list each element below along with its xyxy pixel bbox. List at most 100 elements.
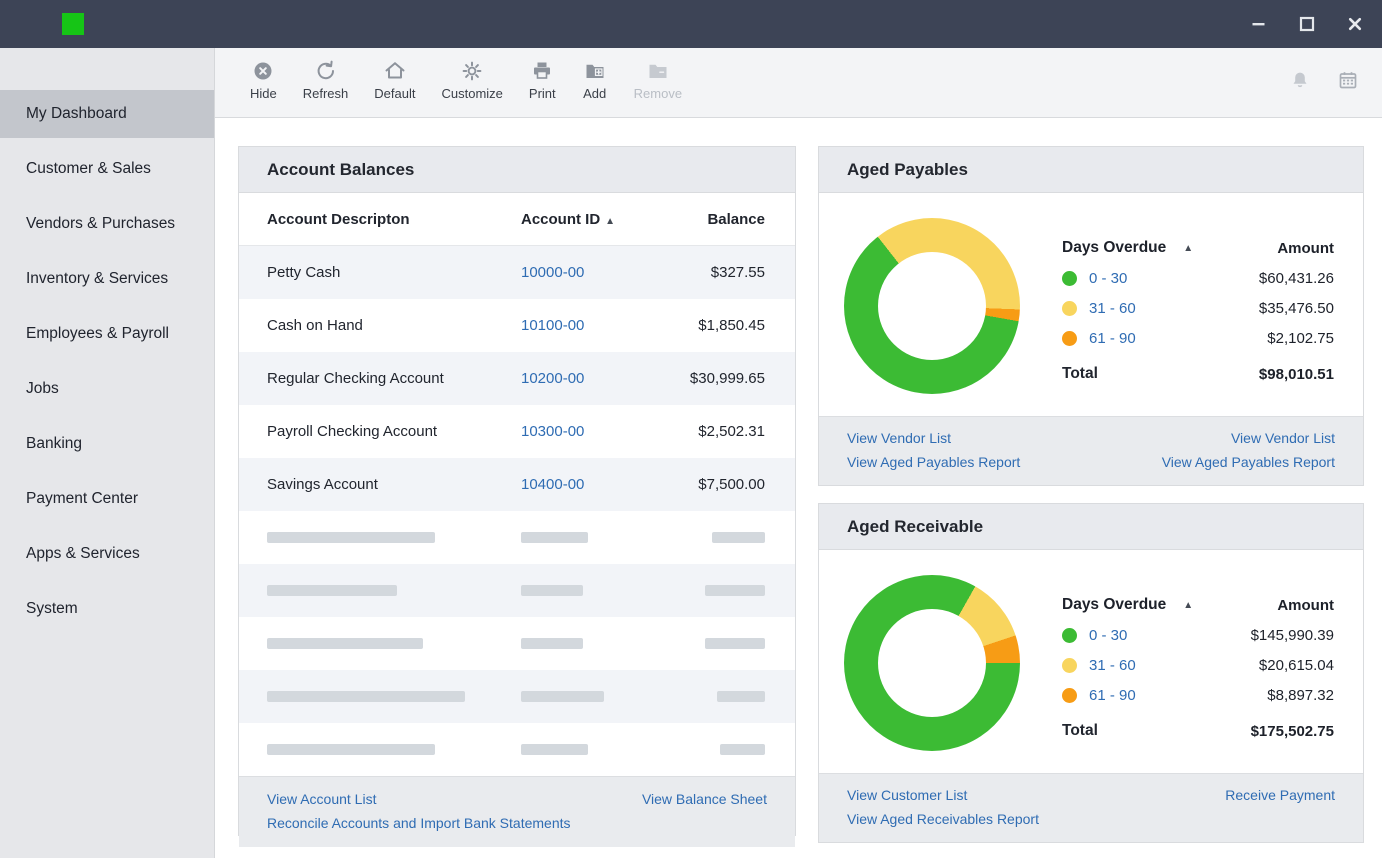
legend-dot-icon bbox=[1062, 657, 1077, 673]
home-icon bbox=[385, 62, 405, 79]
legend-dot-icon bbox=[1062, 270, 1077, 286]
receivable-amount-header: Amount bbox=[1277, 596, 1334, 614]
sidebar-item-system[interactable]: System bbox=[0, 585, 214, 633]
placeholder-bar bbox=[521, 585, 583, 596]
payables-view-vendor-list-link[interactable]: View Vendor List bbox=[1231, 426, 1335, 450]
payables-bucket-amount: $2,102.75 bbox=[1267, 329, 1334, 347]
sidebar-item-my-dashboard[interactable]: My Dashboard bbox=[0, 90, 214, 138]
receivable-bucket-link[interactable]: 0 - 30 bbox=[1089, 627, 1127, 644]
payables-days-overdue-header[interactable]: Days Overdue bbox=[1062, 239, 1166, 257]
hide-circle-x-icon bbox=[254, 62, 272, 80]
payables-total-label: Total bbox=[1062, 365, 1098, 382]
payables-bucket-link[interactable]: 61 - 90 bbox=[1089, 330, 1136, 347]
sort-ascending-icon: ▲ bbox=[1183, 242, 1194, 254]
sidebar-item-inventory-services[interactable]: Inventory & Services bbox=[0, 255, 214, 303]
sidebar-item-jobs[interactable]: Jobs bbox=[0, 365, 214, 413]
balances-view-balance-sheet-link[interactable]: View Balance Sheet bbox=[642, 787, 767, 811]
placeholder-bar bbox=[521, 532, 588, 543]
aged-payables-legend: Days Overdue ▲ Amount 0 - 30 $60,431.26 31 - … bbox=[1062, 233, 1334, 389]
hide-toolbar-button[interactable]: Hide bbox=[237, 58, 290, 101]
receivable-view-customer-list-link[interactable]: View Customer List bbox=[847, 783, 1039, 807]
payables-bucket-link[interactable]: 0 - 30 bbox=[1089, 270, 1127, 287]
refresh-icon bbox=[317, 60, 334, 80]
receivable-bucket-link[interactable]: 31 - 60 bbox=[1089, 657, 1136, 674]
folder-icon bbox=[649, 64, 667, 78]
receivable-receive-payment-link[interactable]: Receive Payment bbox=[1225, 783, 1335, 807]
account-description: Regular Checking Account bbox=[267, 370, 444, 387]
column-header-balance[interactable]: Balance bbox=[681, 211, 795, 228]
aged-payables-links-left: View Vendor List View Aged Payables Repor… bbox=[847, 426, 1020, 474]
account-row-placeholder bbox=[239, 670, 795, 723]
aged-receivable-links-right: Receive Payment bbox=[1225, 783, 1335, 831]
placeholder-bar bbox=[521, 638, 583, 649]
aged-payables-donut-chart[interactable] bbox=[844, 218, 1020, 394]
sidebar-item-payment-center[interactable]: Payment Center bbox=[0, 475, 214, 523]
sidebar-item-banking[interactable]: Banking bbox=[0, 420, 214, 468]
window-controls bbox=[1246, 0, 1368, 48]
account-balances-table-header: Account Descripton Account ID ▲ Balance bbox=[239, 193, 795, 246]
receivable-total-row: Total $175,502.75 bbox=[1062, 716, 1334, 746]
account-id-link[interactable]: 10000-00 bbox=[521, 264, 584, 281]
dashboard-content: Account Balances Account Descripton Acco… bbox=[215, 118, 1382, 858]
account-balances-footer: View Account List Reconcile Accounts and … bbox=[239, 776, 795, 847]
sort-ascending-icon: ▲ bbox=[605, 215, 616, 227]
receivable-days-overdue-header[interactable]: Days Overdue bbox=[1062, 596, 1166, 614]
sidebar-item-employees-payroll[interactable]: Employees & Payroll bbox=[0, 310, 214, 358]
app-logo bbox=[62, 13, 84, 35]
customize-toolbar-button[interactable]: Customize bbox=[428, 58, 515, 101]
sidebar-item-apps-services[interactable]: Apps & Services bbox=[0, 530, 214, 578]
payables-view-aged-payables-report-link[interactable]: View Aged Payables Report bbox=[847, 450, 1020, 474]
placeholder-bar bbox=[717, 691, 765, 702]
remove-toolbar-label: Remove bbox=[633, 86, 683, 101]
account-balances-rows: Petty Cash 10000-00 $327.55 Cash on Hand 101… bbox=[239, 246, 795, 776]
payables-bucket-link[interactable]: 31 - 60 bbox=[1089, 300, 1136, 317]
account-id-link[interactable]: 10100-00 bbox=[521, 317, 584, 334]
account-description: Savings Account bbox=[267, 476, 378, 493]
placeholder-bar bbox=[267, 744, 435, 755]
account-row-placeholder bbox=[239, 617, 795, 670]
close-icon bbox=[1348, 17, 1362, 31]
refresh-toolbar-button[interactable]: Refresh bbox=[290, 58, 362, 101]
add-toolbar-button[interactable]: Add bbox=[569, 58, 621, 101]
placeholder-bar bbox=[720, 744, 765, 755]
customize-toolbar-label: Customize bbox=[441, 86, 503, 101]
print-toolbar-button[interactable]: Print bbox=[516, 58, 569, 101]
receivable-view-aged-receivables-report-link[interactable]: View Aged Receivables Report bbox=[847, 807, 1039, 831]
payables-view-aged-payables-report-link[interactable]: View Aged Payables Report bbox=[1162, 450, 1335, 474]
payables-legend-row: 61 - 90 $2,102.75 bbox=[1062, 323, 1334, 353]
placeholder-bar bbox=[705, 585, 765, 596]
account-id-link[interactable]: 10400-00 bbox=[521, 476, 584, 493]
title-bar bbox=[0, 0, 1382, 48]
default-toolbar-button[interactable]: Default bbox=[361, 58, 428, 101]
refresh-toolbar-label: Refresh bbox=[302, 86, 349, 101]
sidebar-nav: My Dashboard Customer & Sales Vendors & Pu… bbox=[0, 48, 215, 858]
aged-receivable-donut-chart[interactable] bbox=[844, 575, 1020, 751]
receivable-bucket-amount: $20,615.04 bbox=[1258, 656, 1334, 674]
account-row: Regular Checking Account 10200-00 $30,999.… bbox=[239, 352, 795, 405]
maximize-button[interactable] bbox=[1294, 11, 1320, 37]
account-id-link[interactable]: 10200-00 bbox=[521, 370, 584, 387]
account-id-link[interactable]: 10300-00 bbox=[521, 423, 584, 440]
receivable-bucket-link[interactable]: 61 - 90 bbox=[1089, 687, 1136, 704]
legend-dot-icon bbox=[1062, 300, 1077, 316]
hide-toolbar-label: Hide bbox=[250, 86, 277, 101]
column-header-account-id[interactable]: Account ID ▲ bbox=[521, 211, 681, 228]
receivable-bucket-amount: $145,990.39 bbox=[1250, 626, 1334, 644]
column-header-account-description[interactable]: Account Descripton bbox=[239, 211, 521, 228]
balances-view-account-list-link[interactable]: View Account List bbox=[267, 787, 571, 811]
bell-button[interactable] bbox=[1288, 68, 1314, 94]
balances-reconcile-accounts-and-import-bank-statements-link[interactable]: Reconcile Accounts and Import Bank State… bbox=[267, 811, 571, 835]
account-description: Petty Cash bbox=[267, 264, 341, 281]
close-button[interactable] bbox=[1342, 11, 1368, 37]
payables-amount-header: Amount bbox=[1277, 239, 1334, 257]
toolbar: Hide Refresh Default Customize Print Add Remov… bbox=[215, 48, 1382, 118]
aged-payables-title: Aged Payables bbox=[819, 147, 1363, 193]
sidebar-item-customer-sales[interactable]: Customer & Sales bbox=[0, 145, 214, 193]
calendar-button[interactable] bbox=[1336, 68, 1362, 94]
minimize-button[interactable] bbox=[1246, 11, 1272, 37]
aged-payables-body: Days Overdue ▲ Amount 0 - 30 $60,431.26 31 - … bbox=[819, 193, 1363, 416]
minimize-icon bbox=[1252, 23, 1265, 26]
aged-receivable-title: Aged Receivable bbox=[819, 504, 1363, 550]
sidebar-item-vendors-purchases[interactable]: Vendors & Purchases bbox=[0, 200, 214, 248]
payables-view-vendor-list-link[interactable]: View Vendor List bbox=[847, 426, 1020, 450]
